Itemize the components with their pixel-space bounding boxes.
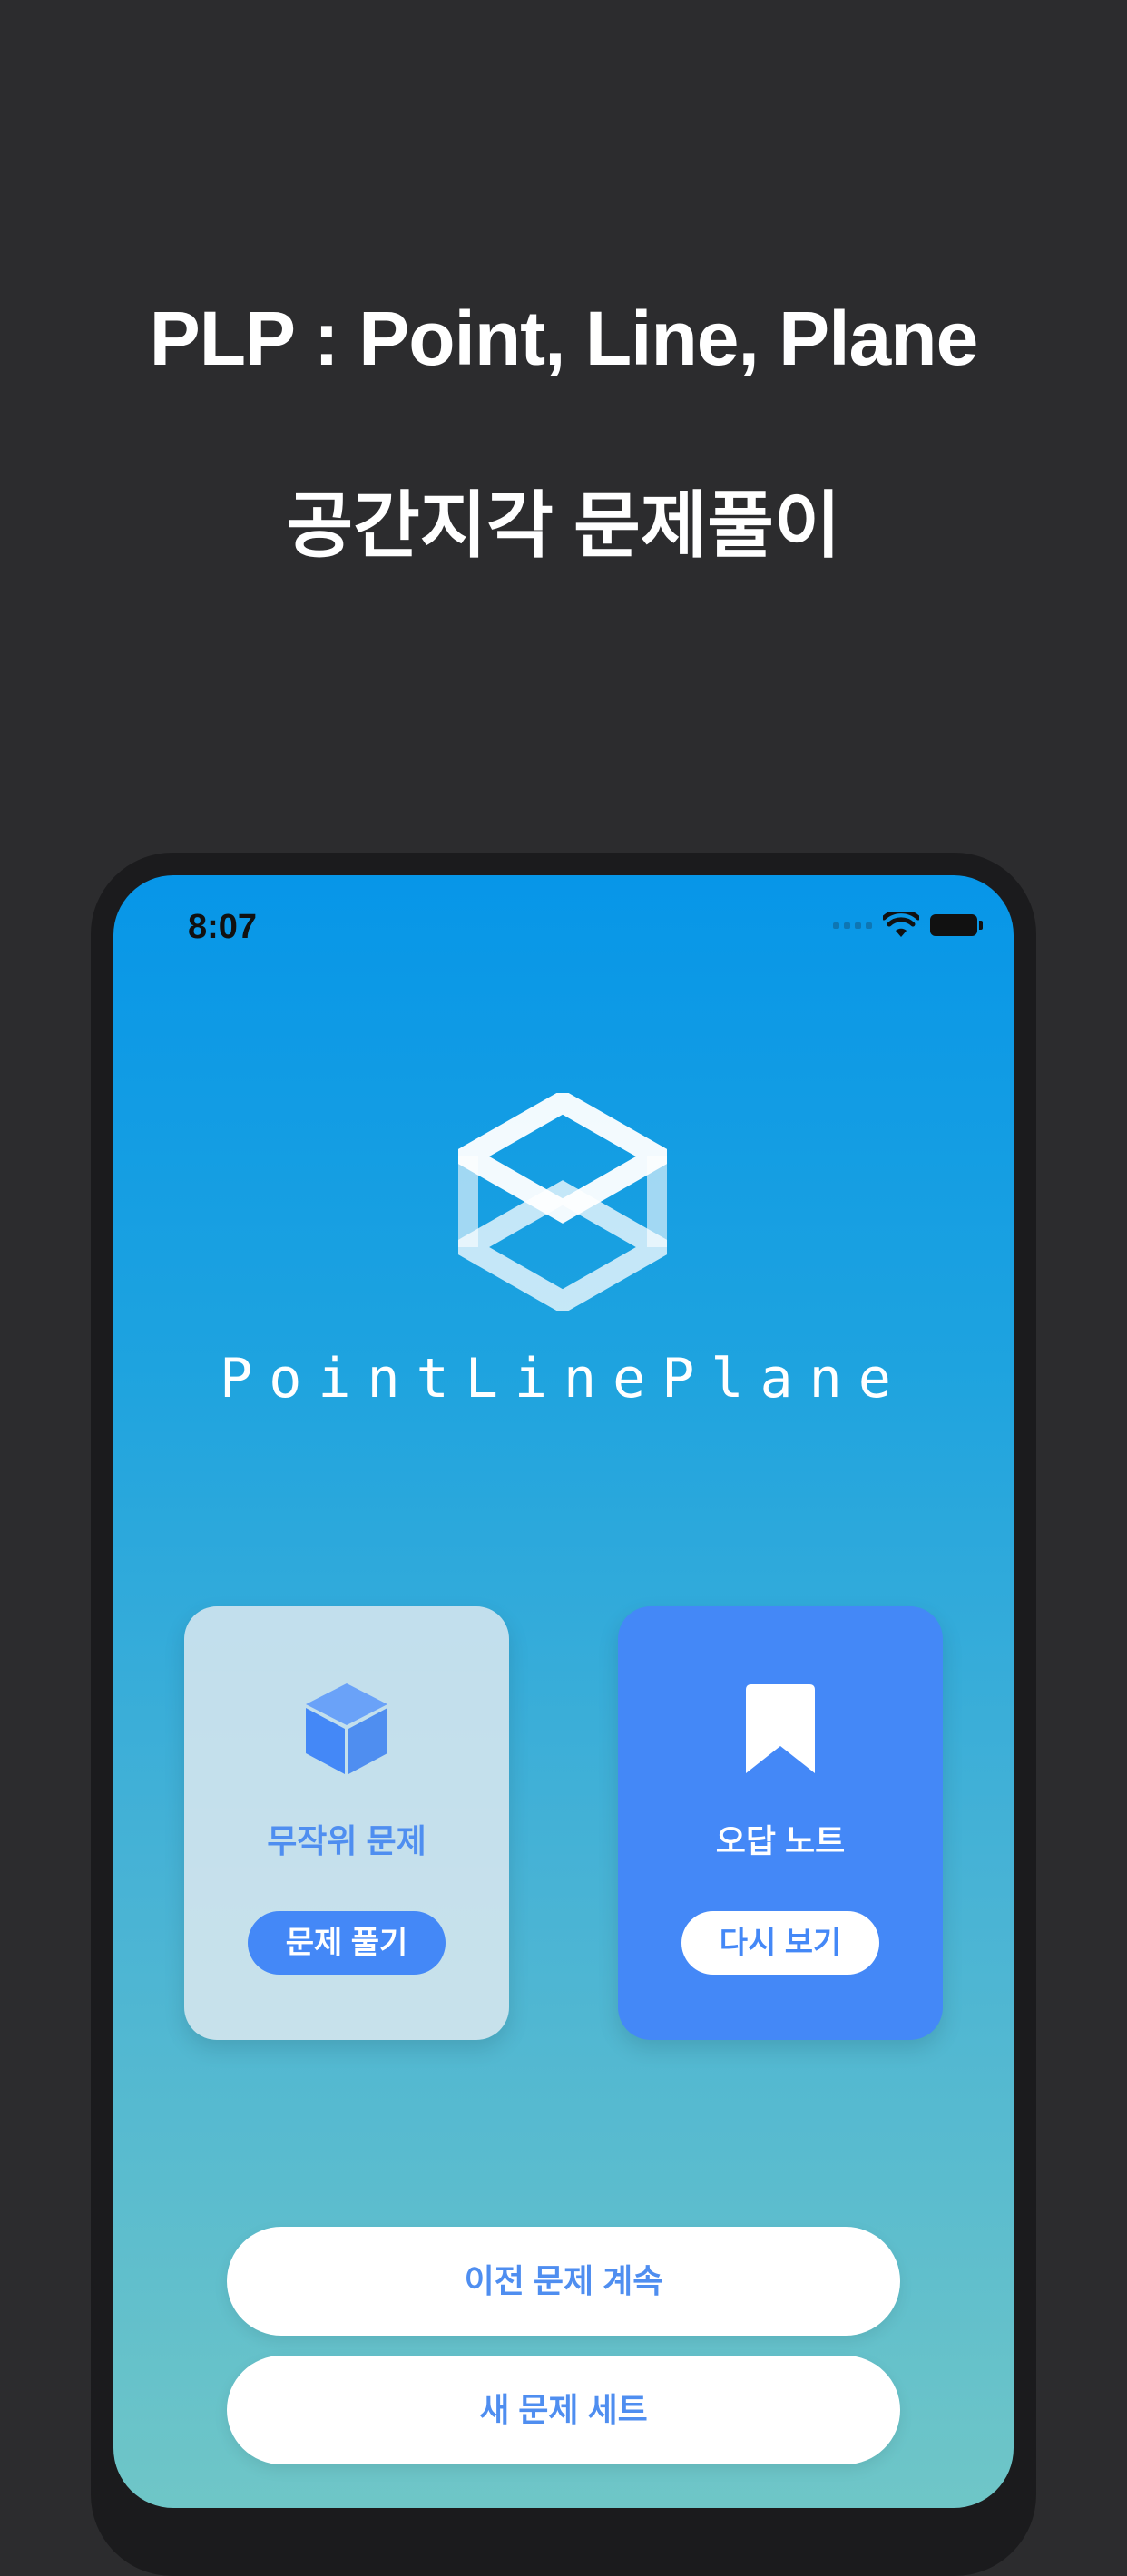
review-again-button[interactable]: 다시 보기 <box>681 1911 879 1975</box>
wrong-answer-note-card[interactable]: 오답 노트 다시 보기 <box>618 1606 943 2040</box>
random-problem-title: 무작위 문제 <box>267 1822 426 1859</box>
brand-wordmark: PointLinePlane <box>220 1347 907 1410</box>
battery-icon <box>930 914 983 936</box>
bookmark-icon <box>746 1684 815 1773</box>
new-problem-set-button[interactable]: 새 문제 세트 <box>227 2356 900 2464</box>
plp-logo-icon <box>458 1093 667 1311</box>
promo-subtitle: 공간지각 문제풀이 <box>286 485 841 566</box>
wrong-answer-note-title: 오답 노트 <box>715 1822 846 1859</box>
wifi-icon <box>883 912 919 937</box>
solve-problem-button[interactable]: 문제 풀기 <box>248 1911 446 1975</box>
status-time: 8:07 <box>188 908 258 946</box>
status-icons <box>833 912 983 939</box>
cube-icon <box>306 1683 387 1774</box>
app-screen: 8:07 PointLinePlane 무작위 문제 문제 풀기 오답 노트 다… <box>113 875 1014 2508</box>
signal-icon <box>833 922 872 929</box>
promo-title: PLP : Point, Line, Plane <box>149 296 979 381</box>
continue-previous-button[interactable]: 이전 문제 계속 <box>227 2227 900 2336</box>
random-problem-card[interactable]: 무작위 문제 문제 풀기 <box>184 1606 509 2040</box>
